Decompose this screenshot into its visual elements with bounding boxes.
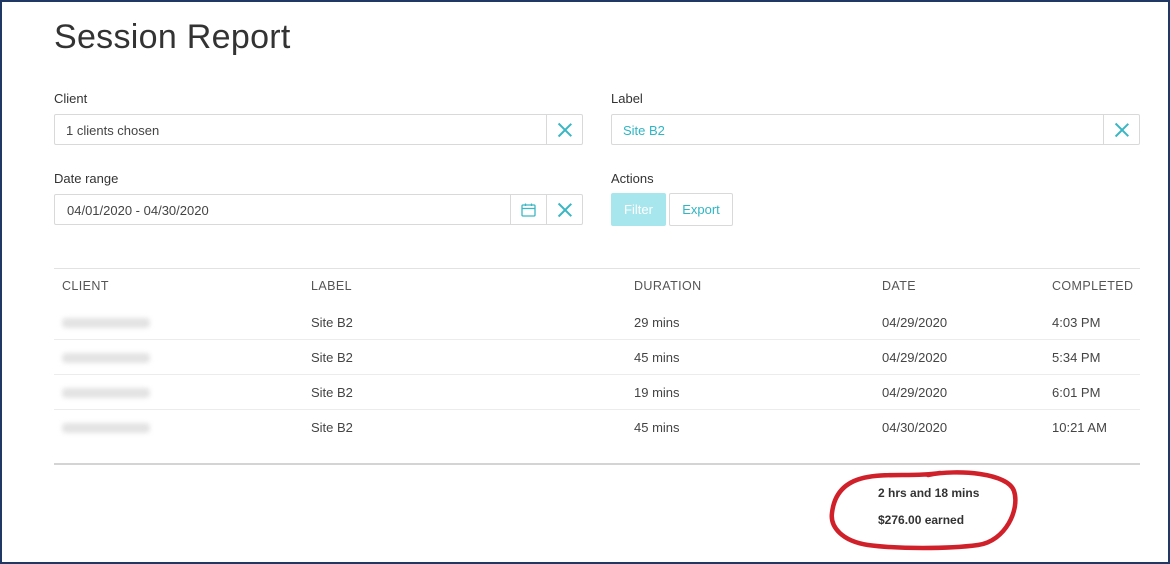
column-header-completed: COMPLETED xyxy=(1052,279,1134,293)
row-completed: 6:01 PM xyxy=(1052,385,1101,400)
row-completed: 4:03 PM xyxy=(1052,315,1101,330)
label-select[interactable]: Site B2 xyxy=(611,114,1140,145)
table-row: Site B2 45 mins 04/30/2020 10:21 AM xyxy=(54,409,1140,444)
row-date: 04/29/2020 xyxy=(882,385,948,400)
client-select-value: 1 clients chosen xyxy=(66,123,160,138)
table-bottom-border xyxy=(54,463,1140,465)
close-icon xyxy=(558,203,572,217)
filter-button[interactable]: Filter xyxy=(611,193,666,226)
column-header-date: DATE xyxy=(882,279,917,293)
export-button[interactable]: Export xyxy=(669,193,733,226)
client-select[interactable]: 1 clients chosen xyxy=(54,114,583,145)
date-range-input[interactable]: 04/01/2020 - 04/30/2020 xyxy=(54,194,583,225)
row-duration: 45 mins xyxy=(634,350,680,365)
redacted-client-name xyxy=(62,318,150,328)
date-range-field-label: Date range xyxy=(54,171,119,186)
row-date: 04/29/2020 xyxy=(882,350,948,365)
row-duration: 45 mins xyxy=(634,420,680,435)
label-select-value: Site B2 xyxy=(623,123,665,138)
column-header-duration: DURATION xyxy=(634,279,702,293)
row-label: Site B2 xyxy=(311,350,353,365)
actions-label: Actions xyxy=(611,171,654,186)
close-icon xyxy=(1115,123,1129,137)
date-range-clear-button[interactable] xyxy=(546,195,582,224)
row-date: 04/30/2020 xyxy=(882,420,948,435)
redacted-client-name xyxy=(62,353,150,363)
date-range-value: 04/01/2020 - 04/30/2020 xyxy=(67,203,209,218)
redacted-client-name xyxy=(62,388,150,398)
row-label: Site B2 xyxy=(311,385,353,400)
table-row: Site B2 29 mins 04/29/2020 4:03 PM xyxy=(54,304,1140,339)
row-date: 04/29/2020 xyxy=(882,315,948,330)
close-icon xyxy=(558,123,572,137)
page-title: Session Report xyxy=(54,18,291,56)
column-header-client: CLIENT xyxy=(62,279,109,293)
row-label: Site B2 xyxy=(311,315,353,330)
label-field-label: Label xyxy=(611,91,643,106)
table-top-border xyxy=(54,268,1140,269)
calendar-icon xyxy=(521,203,536,217)
date-range-calendar-button[interactable] xyxy=(510,195,546,224)
table-row: Site B2 19 mins 04/29/2020 6:01 PM xyxy=(54,374,1140,409)
red-annotation-circle xyxy=(829,470,1018,551)
label-clear-button[interactable] xyxy=(1103,115,1139,144)
row-label: Site B2 xyxy=(311,420,353,435)
client-clear-button[interactable] xyxy=(546,115,582,144)
row-completed: 10:21 AM xyxy=(1052,420,1107,435)
table-row: Site B2 45 mins 04/29/2020 5:34 PM xyxy=(54,339,1140,374)
row-completed: 5:34 PM xyxy=(1052,350,1101,365)
column-header-label: LABEL xyxy=(311,279,352,293)
client-field-label: Client xyxy=(54,91,88,106)
row-duration: 29 mins xyxy=(634,315,680,330)
row-duration: 19 mins xyxy=(634,385,680,400)
redacted-client-name xyxy=(62,423,150,433)
